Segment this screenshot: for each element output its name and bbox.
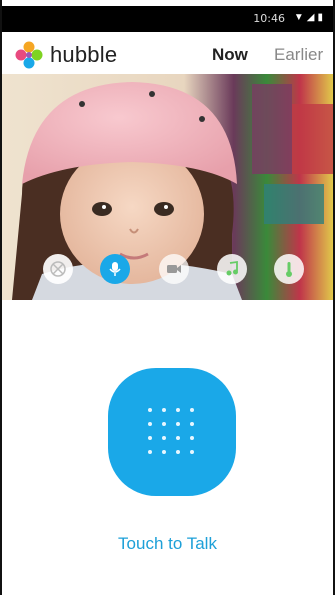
music-button[interactable]	[217, 254, 247, 284]
signal-icon: ◢	[306, 12, 315, 23]
touch-to-talk-button[interactable]	[108, 368, 236, 496]
microphone-button[interactable]	[100, 254, 130, 284]
mute-icon	[50, 261, 66, 277]
camera-controls	[2, 250, 333, 294]
video-camera-icon	[167, 265, 181, 273]
status-bar: 10:46 ▼ ◢ ▮	[2, 6, 333, 32]
wifi-icon: ▼	[293, 12, 304, 23]
touch-to-talk-label[interactable]: Touch to Talk	[0, 534, 335, 554]
status-icons: ▼ ◢ ▮	[294, 13, 323, 23]
app-header: hubble Now Earlier	[2, 32, 333, 75]
status-time: 10:46	[253, 12, 285, 25]
app-screen: 10:46 ▼ ◢ ▮ hubble Now Earlier Touch to …	[0, 0, 335, 595]
mute-button[interactable]	[43, 254, 73, 284]
video-camera-button[interactable]	[159, 254, 189, 284]
tab-now[interactable]: Now	[212, 45, 248, 65]
battery-icon: ▮	[317, 12, 323, 23]
hubble-logo: hubble	[14, 40, 117, 70]
temperature-button[interactable]	[274, 254, 304, 284]
thermometer-icon	[286, 262, 292, 277]
keypad-dots-icon	[148, 408, 196, 456]
hubble-logo-icon	[15, 41, 43, 69]
tab-earlier[interactable]: Earlier	[274, 45, 323, 65]
logo-text: hubble	[50, 42, 118, 67]
microphone-icon	[109, 262, 121, 276]
music-note-icon	[226, 260, 238, 276]
